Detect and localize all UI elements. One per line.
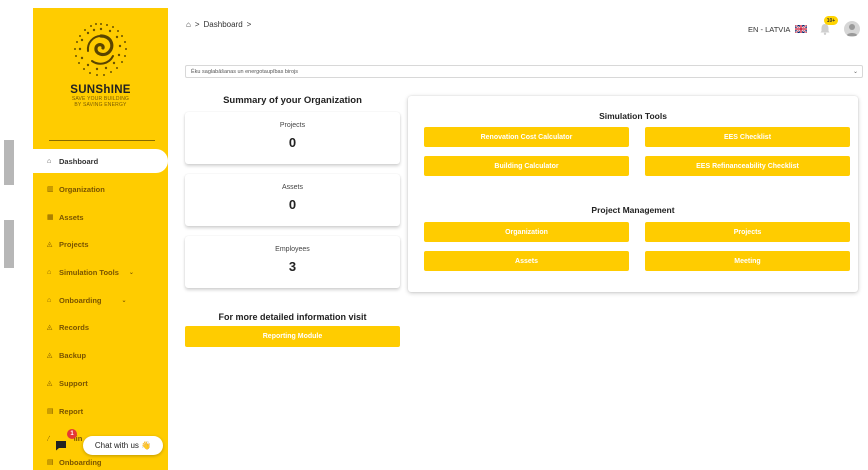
sidebar-item-label: Support (59, 378, 88, 388)
sidebar-item-label: Onboarding (59, 295, 102, 305)
brand-tagline: BY SAVING ENERGY (74, 102, 127, 108)
sidebar-item-label: Projects (59, 239, 89, 249)
pm-organization-button[interactable]: Organization (424, 222, 629, 242)
stat-card-projects: Projects 0 (185, 112, 400, 164)
sidebar-item-support[interactable]: ◬ Support (33, 371, 168, 395)
support-icon: ◬ (47, 380, 53, 387)
language-selector[interactable]: EN - LATVIA (748, 25, 790, 34)
sunshine-logo-icon (73, 23, 127, 76)
sidebar-item-label: Simulation Tools (59, 267, 119, 277)
sidebar-item-simulation-tools[interactable]: ⌂ Simulation Tools ⌄ (33, 260, 168, 284)
notification-badge: 10+ (824, 16, 838, 25)
sidebar-item-backup[interactable]: ◬ Backup (33, 343, 168, 367)
summary-title: Summary of your Organization (223, 95, 362, 106)
brand-name: SUNShINE (70, 84, 131, 96)
gutter-mark (4, 140, 14, 185)
main-content: ⌂ > Dashboard > EN - LATVIA 10+ Ēku sagl… (168, 8, 868, 470)
sidebar-item-label: Assets (59, 212, 84, 222)
simulation-tools-title: Simulation Tools (599, 111, 667, 121)
records-icon: ◬ (47, 324, 53, 331)
pm-assets-button[interactable]: Assets (424, 251, 629, 271)
user-icon (846, 24, 858, 36)
renovation-cost-calculator-button[interactable]: Renovation Cost Calculator (424, 127, 629, 147)
sidebar-item-label: Organization (59, 184, 105, 194)
tools-card: Simulation Tools Renovation Cost Calcula… (408, 96, 858, 292)
uk-flag-icon[interactable] (795, 25, 807, 33)
sidebar-item-label: Onboarding (59, 457, 102, 467)
ees-refinanceability-checklist-button[interactable]: EES Refinanceability Checklist (645, 156, 850, 176)
chevron-down-icon: ⌄ (121, 297, 127, 304)
stat-label: Projects (279, 122, 306, 129)
sidebar-item-onboarding[interactable]: ⌂ Onboarding ⌄ (33, 288, 168, 312)
sidebar-item-projects[interactable]: ◬ Projects (33, 232, 168, 256)
gutter-mark (4, 220, 14, 268)
report-icon: ▤ (47, 408, 54, 415)
left-gutter (0, 0, 33, 470)
sidebar-item-label: Backup (59, 350, 87, 360)
organization-select[interactable]: Ēku saglabāšanas un energotaupības biroj… (185, 65, 863, 78)
assets-icon: ▦ (47, 214, 54, 221)
breadcrumb: ⌂ > Dashboard > (186, 20, 251, 29)
stat-value: 0 (288, 135, 297, 150)
brand-logo[interactable]: SUNShINE SAVE YOUR BUILDING BY SAVING EN… (33, 18, 168, 128)
projects-icon: ◬ (47, 241, 53, 248)
sidebar-item-dashboard[interactable]: ⌂ Dashboard (33, 149, 168, 173)
chat-bubble-icon (56, 440, 66, 450)
sidebar-item-organization[interactable]: ▥ Organization (33, 177, 168, 201)
organization-select-value: Ēku saglabāšanas un energotaupības biroj… (191, 68, 299, 75)
pm-projects-button[interactable]: Projects (645, 222, 850, 242)
stat-card-assets: Assets 0 (185, 174, 400, 226)
chat-label[interactable]: Chat with us 👋 (83, 436, 163, 455)
stat-value: 3 (288, 259, 297, 274)
project-management-title: Project Management (591, 205, 675, 215)
sidebar-item-label: Dashboard (59, 156, 99, 166)
sidebar-item-report[interactable]: ▤ Report (33, 399, 168, 423)
pm-meeting-button[interactable]: Meeting (645, 251, 850, 271)
stat-label: Employees (275, 246, 310, 253)
chat-badge: 1 (67, 429, 77, 439)
breadcrumb-separator: > (246, 20, 252, 29)
sidebar-item-label: Report (59, 406, 84, 416)
breadcrumb-current[interactable]: Dashboard (204, 20, 243, 29)
home-icon: ⌂ (47, 157, 52, 165)
building-calculator-button[interactable]: Building Calculator (424, 156, 629, 176)
building-icon: ▥ (47, 186, 54, 193)
avatar[interactable] (844, 21, 860, 37)
sidebar: SUNShINE SAVE YOUR BUILDING BY SAVING EN… (33, 8, 168, 470)
backup-icon: ◬ (47, 352, 53, 359)
stat-label: Assets (281, 184, 303, 191)
home-icon[interactable]: ⌂ (186, 20, 191, 29)
home-icon: ⌂ (47, 296, 52, 304)
sidebar-divider (49, 140, 155, 141)
stat-card-employees: Employees 3 (185, 236, 400, 288)
chevron-down-icon: ⌄ (128, 269, 134, 276)
chevron-down-icon: ⌄ (852, 69, 858, 75)
reporting-info-text: For more detailed information visit (218, 312, 367, 322)
home-icon: ⌂ (47, 268, 52, 276)
sidebar-item-records[interactable]: ◬ Records (33, 315, 168, 339)
onboarding-icon: ▤ (47, 459, 54, 466)
ees-checklist-button[interactable]: EES Checklist (645, 127, 850, 147)
reporting-module-button[interactable]: Reporting Module (185, 326, 400, 347)
breadcrumb-separator: > (194, 20, 200, 29)
sidebar-item-label: Records (59, 322, 90, 332)
stat-value: 0 (288, 197, 297, 212)
sidebar-item-assets[interactable]: ▦ Assets (33, 205, 168, 229)
